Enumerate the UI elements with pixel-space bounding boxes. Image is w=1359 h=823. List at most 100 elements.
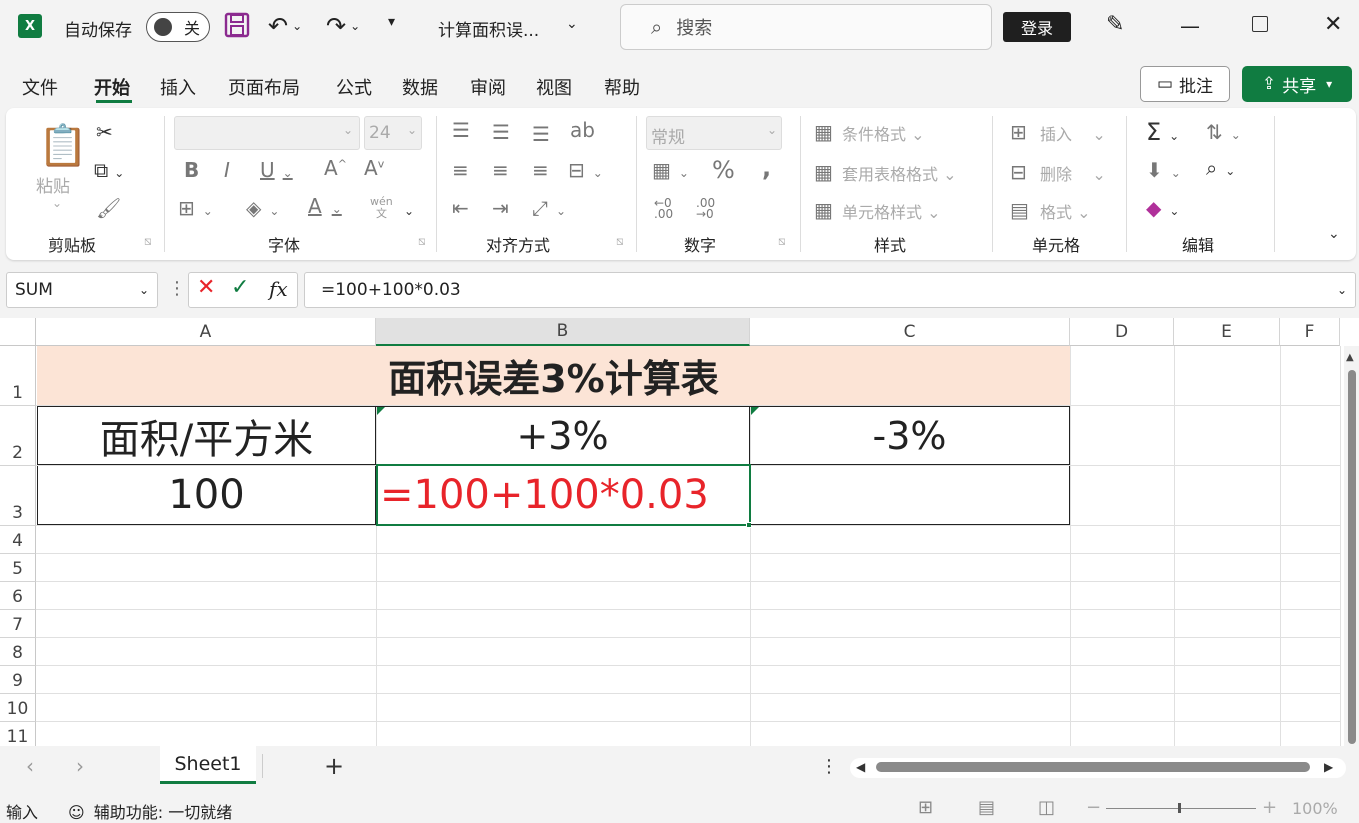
sheet-tab-sheet1[interactable]: Sheet1	[160, 746, 256, 784]
page-break-view-icon[interactable]: ◫	[1038, 797, 1055, 818]
vertical-scroll-thumb[interactable]	[1348, 370, 1356, 744]
font-color-icon[interactable]: A ⌄	[308, 194, 342, 218]
row-header-8[interactable]: 8	[0, 638, 36, 666]
select-all-corner[interactable]	[0, 318, 36, 346]
tab-formulas[interactable]: 公式	[336, 74, 372, 100]
title-cell[interactable]: 面积误差3%计算表	[37, 346, 1070, 405]
row-header-10[interactable]: 10	[0, 694, 36, 722]
table-format-button[interactable]: 套用表格格式 ⌄	[842, 161, 957, 185]
zoom-level[interactable]: 100%	[1292, 799, 1338, 818]
orientation-icon[interactable]: ⤢ ⌄	[532, 196, 566, 220]
share-button[interactable]: ⇪ 共享 ▾	[1242, 66, 1352, 102]
wrap-text-icon[interactable]: ab	[570, 118, 595, 142]
accessibility-status[interactable]: ☺ 辅助功能: 一切就绪	[68, 799, 232, 823]
autosave-toggle[interactable]: 关	[146, 12, 210, 42]
save-icon[interactable]	[224, 12, 250, 38]
row-header-1[interactable]: 1	[0, 346, 36, 406]
row-header-7[interactable]: 7	[0, 610, 36, 638]
delete-cells-button[interactable]: 删除 ⌄	[1040, 161, 1106, 185]
increase-indent-icon[interactable]: ⇥	[492, 196, 509, 220]
border-icon[interactable]: ⊞ ⌄	[178, 196, 213, 220]
row-header-4[interactable]: 4	[0, 526, 36, 554]
insert-function-icon[interactable]: fx	[269, 277, 288, 301]
page-layout-view-icon[interactable]: ▤	[978, 797, 995, 818]
insert-cells-button[interactable]: 插入 ⌄	[1040, 121, 1106, 145]
formula-input[interactable]: =100+100*0.03 ⌄	[304, 272, 1356, 308]
cell-c2[interactable]: -3%	[750, 406, 1070, 465]
name-box[interactable]: SUM ⌄	[6, 272, 158, 308]
maximize-icon[interactable]	[1252, 16, 1268, 32]
clipboard-launcher-icon[interactable]: ⧅	[144, 234, 152, 249]
worksheet-grid[interactable]: A B C D E F 1 2 3 4 5 6 7 8 9 10 11 面积误差…	[0, 318, 1359, 746]
cell-c3[interactable]	[751, 466, 1070, 525]
font-name-select[interactable]: ⌄	[174, 116, 360, 150]
cut-icon[interactable]: ✂	[96, 120, 113, 144]
column-header-e[interactable]: E	[1174, 318, 1280, 346]
tab-home[interactable]: 开始	[94, 74, 130, 100]
designer-pen-icon[interactable]: ✎	[1106, 12, 1124, 37]
more-options-icon[interactable]: ⋮	[168, 278, 186, 299]
enter-check-icon[interactable]: ✓	[231, 275, 249, 300]
zoom-slider[interactable]	[1106, 803, 1256, 813]
tab-data[interactable]: 数据	[402, 74, 438, 100]
minimize-icon[interactable]: —	[1180, 14, 1200, 38]
accounting-format-icon[interactable]: ▦ ⌄	[652, 158, 689, 182]
scroll-right-icon[interactable]: ▶	[1324, 760, 1333, 774]
merge-center-icon[interactable]: ⊟ ⌄	[568, 158, 603, 182]
cell-a2[interactable]: 面积/平方米	[37, 406, 376, 465]
row-header-3[interactable]: 3	[0, 466, 36, 526]
font-launcher-icon[interactable]: ⧅	[418, 234, 426, 249]
fill-icon[interactable]: ⬇ ⌄	[1146, 158, 1181, 182]
align-center-icon[interactable]: ≡	[492, 158, 509, 182]
customize-toolbar-icon[interactable]: ▾	[388, 14, 395, 30]
format-cells-icon[interactable]: ▤	[1010, 198, 1029, 222]
phonetic-guide-icon[interactable]: wén 文	[370, 196, 393, 220]
align-top-icon[interactable]: ☰	[452, 118, 470, 142]
cancel-icon[interactable]: ✕	[197, 275, 215, 300]
collapse-ribbon-icon[interactable]: ⌄	[1328, 226, 1340, 242]
increase-font-icon[interactable]: A^	[324, 156, 347, 180]
horizontal-scrollbar[interactable]: ◀ ▶	[850, 758, 1346, 778]
underline-icon[interactable]: U ⌄	[260, 158, 293, 182]
cell-b3-editing[interactable]: =100+100*0.03	[376, 464, 751, 526]
row-header-2[interactable]: 2	[0, 406, 36, 466]
alignment-launcher-icon[interactable]: ⧅	[616, 234, 624, 249]
scroll-up-icon[interactable]: ▲	[1346, 352, 1354, 363]
fill-color-icon[interactable]: ◈ ⌄	[246, 196, 279, 220]
column-header-a[interactable]: A	[36, 318, 376, 346]
decrease-font-icon[interactable]: Av	[364, 156, 384, 180]
normal-view-icon[interactable]: ⊞	[918, 797, 933, 818]
tab-file[interactable]: 文件	[22, 74, 58, 100]
column-header-d[interactable]: D	[1070, 318, 1174, 346]
add-sheet-button[interactable]: +	[324, 752, 344, 780]
row-header-6[interactable]: 6	[0, 582, 36, 610]
next-sheet-icon[interactable]: ›	[76, 754, 84, 778]
phonetic-dropdown-icon[interactable]: ⌄	[404, 204, 414, 218]
row-header-11[interactable]: 11	[0, 722, 36, 746]
tab-insert[interactable]: 插入	[160, 74, 196, 100]
vertical-scrollbar[interactable]: ▲	[1344, 346, 1359, 746]
paste-dropdown-icon[interactable]: ⌄	[52, 196, 62, 210]
column-header-b[interactable]: B	[376, 318, 750, 346]
scroll-left-icon[interactable]: ◀	[856, 760, 865, 774]
horizontal-scroll-thumb[interactable]	[876, 762, 1310, 772]
align-right-icon[interactable]: ≡	[532, 158, 549, 182]
percent-icon[interactable]: %	[712, 156, 735, 184]
copy-icon[interactable]: ⧉ ⌄	[94, 158, 124, 182]
increase-decimal-icon[interactable]: ←0.00	[654, 197, 673, 220]
login-button[interactable]: 登录	[1003, 12, 1071, 42]
find-select-icon[interactable]: ⌕ ⌄	[1206, 156, 1235, 180]
prev-sheet-icon[interactable]: ‹	[26, 754, 34, 778]
sort-filter-icon[interactable]: ⇅ ⌄	[1206, 120, 1241, 144]
row-header-9[interactable]: 9	[0, 666, 36, 694]
comments-button[interactable]: ▭ 批注	[1140, 66, 1230, 102]
cell-style-button[interactable]: 单元格样式 ⌄	[842, 199, 941, 223]
format-painter-icon[interactable]: 🖌	[96, 196, 121, 220]
column-header-c[interactable]: C	[750, 318, 1070, 346]
align-bottom-icon[interactable]: ☰	[532, 122, 550, 146]
tab-review[interactable]: 审阅	[470, 74, 506, 100]
more-sheets-icon[interactable]: ⋮	[820, 756, 838, 777]
decrease-indent-icon[interactable]: ⇤	[452, 196, 469, 220]
bold-icon[interactable]: B	[184, 158, 199, 182]
format-cells-button[interactable]: 格式 ⌄	[1040, 199, 1091, 223]
